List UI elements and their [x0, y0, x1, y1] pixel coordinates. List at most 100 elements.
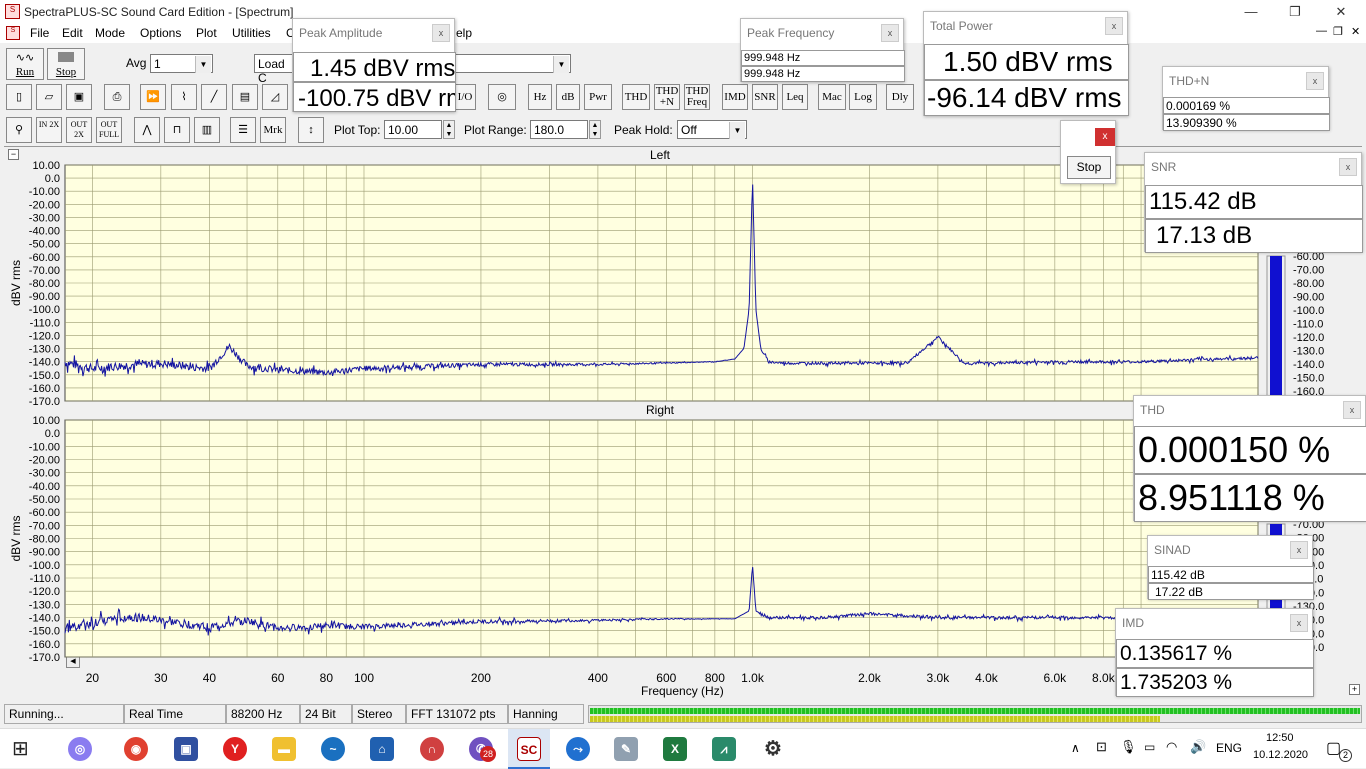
meter-title: THD — [1134, 396, 1365, 424]
y-tick-label: -30.00 — [29, 212, 60, 224]
x-tick-label: 800 — [705, 671, 725, 685]
status-mode: Real Time — [124, 704, 226, 724]
y-tick-label: -100.0 — [29, 560, 60, 572]
thd-meter[interactable]: THD x 0.000150 % 8.951118 % — [1133, 395, 1366, 522]
file-explorer-icon[interactable]: ▬ — [272, 737, 296, 761]
y-tick-label: -70.00 — [29, 520, 60, 532]
meter-title: Total Power — [924, 12, 1127, 40]
tray-device-icon[interactable]: ⊡ — [1096, 739, 1107, 755]
close-icon[interactable]: x — [1306, 72, 1324, 90]
y-tick-label: -140.0 — [29, 613, 60, 625]
dialog-stop-button[interactable]: Stop — [1067, 156, 1111, 179]
close-icon[interactable]: x — [1290, 614, 1308, 632]
y-tick-label: -80.00 — [29, 534, 60, 546]
peak-amplitude-value-2: -100.75 dBV rms — [293, 82, 456, 112]
y-tick-label: -130.0 — [29, 344, 60, 356]
close-icon[interactable]: x — [1339, 158, 1357, 176]
y-tick-label: -150.0 — [29, 626, 60, 638]
y-tick-label: 0.0 — [45, 173, 60, 185]
y-tick-label: -70.00 — [29, 265, 60, 277]
peak-frequency-meter[interactable]: Peak Frequency x 999.948 Hz 999.948 Hz — [740, 18, 905, 82]
paint-icon[interactable]: ✎ — [614, 737, 638, 761]
status-state: Running... — [4, 704, 124, 724]
clock-date[interactable]: 10.12.2020 — [1253, 749, 1308, 761]
imd-meter[interactable]: IMD x 0.135617 % 1.735203 % — [1115, 608, 1314, 697]
close-icon[interactable]: x — [1343, 401, 1361, 419]
language-indicator[interactable]: ENG — [1216, 741, 1242, 755]
x-tick-label: 40 — [203, 671, 217, 685]
thd-value-1: 0.000150 % — [1134, 426, 1366, 474]
meter-title: SINAD — [1148, 536, 1312, 564]
x-tick-label: 60 — [271, 671, 285, 685]
meter-title: IMD — [1116, 609, 1312, 637]
close-icon[interactable]: x — [1105, 17, 1123, 35]
snr-meter[interactable]: SNR x 115.42 dB 17.13 dB — [1144, 152, 1363, 253]
headphones-icon[interactable]: ∩ — [420, 737, 444, 761]
peak-amplitude-meter[interactable]: Peak Amplitude x 1.45 dBV rms -100.75 dB… — [292, 18, 456, 112]
imd-value-1: 0.135617 % — [1116, 639, 1314, 668]
chevron-up-icon[interactable]: ∧ — [1071, 741, 1080, 755]
total-power-value-2: -96.14 dBV rms — [924, 80, 1129, 116]
thd-n-value-2: 13.909390 % — [1163, 114, 1330, 131]
save-disk-icon[interactable]: ▣ — [174, 737, 198, 761]
x-tick-label: 200 — [471, 671, 491, 685]
level-bar — [1270, 256, 1282, 395]
close-icon[interactable]: x — [881, 24, 899, 42]
spectraplus-icon[interactable]: SC — [517, 737, 541, 761]
voice-assistant-icon[interactable]: ◎ — [68, 737, 92, 761]
notification-badge: 28 — [480, 746, 496, 762]
level-bar-tick: -120.0 — [1293, 332, 1324, 344]
close-icon[interactable]: x — [1290, 541, 1308, 559]
excel-icon[interactable]: X — [663, 737, 687, 761]
x-tick-label: 8.0k — [1092, 671, 1116, 685]
y-tick-label: -120.0 — [29, 586, 60, 598]
y-tick-label: -170.0 — [29, 396, 60, 408]
yandex-icon[interactable]: Y — [223, 737, 247, 761]
close-icon[interactable]: x — [432, 24, 450, 42]
volume-icon[interactable]: 🔊 — [1190, 739, 1206, 755]
x-tick-label: 2.0k — [858, 671, 882, 685]
windows-start-icon[interactable]: ⊞ — [12, 739, 32, 759]
y-tick-label: 10.00 — [32, 160, 60, 172]
battery-icon[interactable]: ▭ — [1144, 740, 1155, 754]
peak-frequency-value-1: 999.948 Hz — [741, 50, 905, 66]
sinad-value-1: 115.42 dB — [1148, 566, 1314, 583]
x-tick-label: 3.0k — [927, 671, 951, 685]
x-tick-label: 100 — [354, 671, 374, 685]
y-tick-label: -90.00 — [29, 547, 60, 559]
notifications-count: 2 — [1339, 749, 1352, 762]
app-swoosh-icon[interactable]: ⤳ — [566, 737, 590, 761]
chrome-icon[interactable]: ◉ — [124, 737, 148, 761]
y-axis-label: dBV rms — [9, 260, 23, 306]
status-bits: 24 Bit — [300, 704, 352, 724]
meter-title: SNR — [1145, 153, 1361, 181]
status-fft: FFT 131072 pts — [406, 704, 508, 724]
y-tick-label: -140.0 — [29, 357, 60, 369]
imd-value-2: 1.735203 % — [1116, 668, 1314, 697]
thd-n-value-1: 0.000169 % — [1163, 97, 1330, 114]
y-tick-label: -20.00 — [29, 199, 60, 211]
meter-title: Peak Amplitude — [293, 19, 454, 47]
level-bar-tick: -150.0 — [1293, 373, 1324, 385]
y-tick-label: -160.0 — [29, 639, 60, 651]
peak-amplitude-value-1: 1.45 dBV rms — [293, 52, 456, 82]
waveform-app-icon[interactable]: ⩘ — [712, 737, 736, 761]
level-bar-tick: -100.0 — [1293, 305, 1324, 317]
network-icon[interactable]: ⌂ — [370, 737, 394, 761]
sinad-meter[interactable]: SINAD x 115.42 dB 17.22 dB — [1147, 535, 1314, 600]
sinad-value-2: 17.22 dB — [1148, 583, 1314, 600]
wifi-icon[interactable]: ◠ — [1166, 739, 1177, 755]
thd-n-meter[interactable]: THD+N x 0.000169 % 13.909390 % — [1162, 66, 1330, 131]
microphone-icon[interactable]: 🎙 — [1120, 739, 1137, 755]
close-icon[interactable]: x — [1095, 128, 1115, 146]
level-bar-tick: -140.0 — [1293, 359, 1324, 371]
status-rate: 88200 Hz — [226, 704, 300, 724]
clock-time[interactable]: 12:50 — [1266, 732, 1294, 744]
y-tick-label: -60.00 — [29, 252, 60, 264]
y-tick-label: -100.0 — [29, 304, 60, 316]
y-tick-label: -130.0 — [29, 599, 60, 611]
y-tick-label: -10.00 — [29, 441, 60, 453]
total-power-meter[interactable]: Total Power x 1.50 dBV rms -96.14 dBV rm… — [923, 11, 1129, 116]
browser-icon[interactable]: ~ — [321, 737, 345, 761]
settings-gear-icon[interactable]: ⚙ — [761, 737, 785, 761]
